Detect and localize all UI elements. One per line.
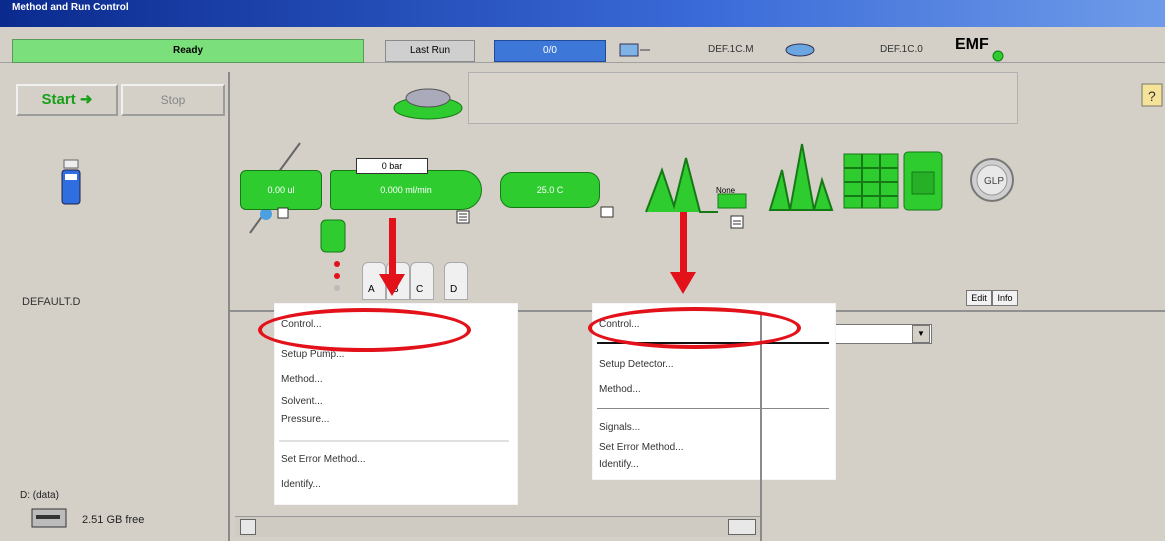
pump-status-icon (785, 43, 815, 57)
last-run-button[interactable]: Last Run (385, 40, 475, 62)
detector-menu-item-setup[interactable]: Setup Detector... (599, 359, 674, 370)
svg-text:?: ? (1148, 88, 1156, 104)
sample-vial-icon (61, 159, 81, 205)
pump-pressure-value: 0 bar (356, 158, 428, 174)
chromatogram-icon[interactable] (768, 140, 834, 214)
method-name: DEFAULT.D (22, 296, 81, 308)
injector-value: 0.00 ul (267, 185, 295, 195)
emf-label: EMF (955, 36, 989, 53)
detector-label: None (716, 186, 736, 195)
glp-label: GLP (984, 176, 1005, 187)
ctrl-button-1[interactable]: Edit (966, 290, 992, 306)
window-title: Method and Run Control (12, 2, 129, 13)
column-settings-icon[interactable] (600, 206, 614, 218)
pump-settings-icon[interactable] (456, 210, 470, 224)
run-counter: 0/0 (494, 40, 606, 62)
emf-status-icon (992, 50, 1004, 62)
pump-menu-item-error-method[interactable]: Set Error Method... (281, 454, 365, 465)
detector-menu-separator-2 (597, 408, 829, 409)
scroll-left-icon[interactable] (240, 519, 256, 535)
start-button[interactable]: Start ➜ (16, 84, 118, 116)
detector-menu-item-error-method[interactable]: Set Error Method... (599, 442, 683, 453)
chevron-down-icon[interactable]: ▼ (912, 325, 930, 343)
scroll-right-icon[interactable] (728, 519, 756, 535)
help-icon[interactable]: ? (1140, 82, 1164, 108)
detector-menu-item-method[interactable]: Method... (599, 384, 641, 395)
start-button-label: Start (41, 91, 76, 108)
injector-settings-icon[interactable] (277, 207, 289, 219)
window-title-bar: Method and Run Control (0, 0, 1165, 27)
disk-free: 2.51 GB free (82, 514, 145, 526)
detector-menu-item-signals[interactable]: Signals... (599, 422, 640, 433)
annotation-arrow-right-shaft (680, 212, 687, 274)
solvent-bottle-a-label: A (368, 284, 375, 295)
pump-menu-item-solvent[interactable]: Solvent... (281, 396, 323, 407)
report-table-icon[interactable] (842, 152, 900, 210)
column-temp-value: 25.0 C (536, 185, 564, 195)
vertical-divider (760, 312, 762, 541)
pump-menu-item-pressure[interactable]: Pressure... (281, 414, 329, 425)
print-report-icon[interactable] (902, 150, 944, 212)
pressure-b-label: DEF.1C.0 (880, 44, 923, 55)
annotation-arrow-left-head (379, 274, 405, 296)
pump-module[interactable]: 0.000 ml/min (330, 170, 482, 210)
horizontal-scrollbar[interactable] (235, 516, 760, 537)
pump-flow-value: 0.000 ml/min (380, 185, 432, 195)
disk-label: D: (data) (20, 490, 59, 501)
pump-menu-item-identify[interactable]: Identify... (281, 479, 321, 490)
autosampler-icon[interactable] (390, 80, 464, 122)
annotation-arrow-left-shaft (389, 218, 396, 276)
solvent-line-icon (334, 261, 340, 291)
pump-menu-separator (279, 440, 509, 442)
column-module[interactable]: 25.0 C (500, 172, 600, 208)
pressure-a-label: DEF.1C.M (708, 44, 754, 55)
annotation-ellipse-right (588, 307, 801, 349)
stop-button-label: Stop (160, 93, 186, 107)
solvent-bottle-c-label: C (416, 284, 424, 295)
sampler-status-icon (619, 43, 650, 57)
pump-menu-item-method[interactable]: Method... (281, 374, 323, 385)
disk-drive-icon (31, 508, 67, 528)
detector-menu-item-identify[interactable]: Identify... (599, 459, 639, 470)
annotation-arrow-right-head (670, 272, 696, 294)
annotation-ellipse-left (258, 308, 471, 352)
info-area (468, 72, 1018, 124)
injector-module[interactable]: 0.00 ul (240, 170, 322, 210)
degasser-icon (320, 219, 346, 253)
detector-settings-icon[interactable] (730, 215, 744, 229)
ctrl-button-2[interactable]: Info (992, 290, 1018, 306)
stop-button[interactable]: Stop (121, 84, 225, 116)
solvent-bottle-d-label: D (450, 284, 458, 295)
status-ready: Ready (12, 39, 364, 63)
